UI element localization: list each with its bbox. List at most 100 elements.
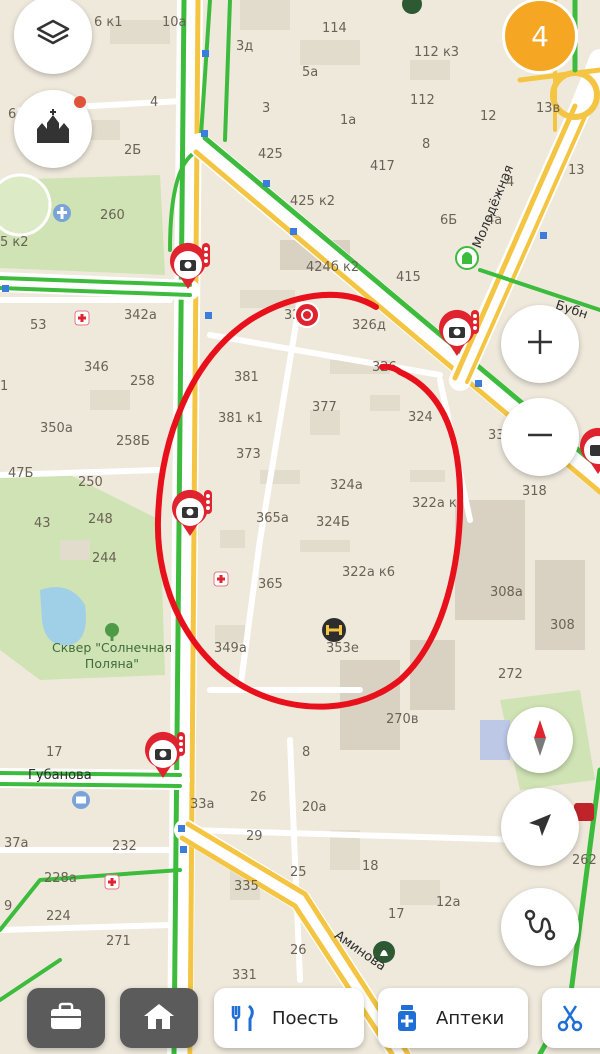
label-17b: 17	[388, 907, 405, 922]
label-5a: 5а	[302, 65, 318, 80]
label-308a: 308а	[490, 585, 523, 600]
notification-count-badge[interactable]: 4	[502, 0, 578, 74]
label-350a: 350а	[40, 421, 73, 436]
label-47b: 47Б	[8, 466, 33, 481]
label-25: 25	[290, 865, 307, 880]
label-26b: 26	[290, 943, 307, 958]
label-33a: 33а	[190, 797, 215, 812]
plus-icon	[525, 327, 555, 361]
park-name-line2: Поляна"	[85, 656, 139, 671]
pharmacy-poi-icon[interactable]	[455, 246, 479, 270]
label-9: 9	[4, 899, 12, 914]
label-425k2: 425 к2	[290, 194, 335, 209]
compass-icon	[525, 718, 555, 762]
label-224: 224	[46, 909, 71, 924]
label-335: 335	[234, 879, 259, 894]
label-346: 346	[84, 360, 109, 375]
label-2b: 2Б	[124, 143, 141, 158]
label-8: 8	[422, 137, 430, 152]
notification-dot	[74, 96, 86, 108]
label-318: 318	[522, 484, 547, 499]
zoom-out-button[interactable]	[501, 398, 579, 476]
gym-poi-icon[interactable]	[322, 618, 346, 642]
route-icon	[520, 905, 560, 949]
map-canvas[interactable]: 6 к1 10а 114 112 к3 3д 5а 6 4 3 1а 112 1…	[0, 0, 600, 1054]
label-53: 53	[30, 318, 47, 333]
hospital-icon-3	[104, 874, 120, 890]
food-poi-icon[interactable]	[294, 302, 320, 328]
label-112: 112	[410, 93, 435, 108]
mail-icon	[72, 791, 90, 809]
label-322ak: 322а к	[412, 496, 457, 511]
label-43: 43	[34, 516, 51, 531]
pharmacy-label: Аптеки	[436, 1007, 505, 1029]
label-26: 26	[250, 790, 267, 805]
label-331: 331	[232, 968, 257, 983]
label-17: 17	[46, 745, 63, 760]
briefcase-icon	[49, 1001, 83, 1035]
label-381: 381	[234, 370, 259, 385]
label-353e: 353е	[326, 641, 359, 656]
label-326d: 326д	[352, 318, 386, 333]
eat-label: Поесть	[272, 1007, 339, 1029]
label-4: 4	[150, 95, 158, 110]
layers-icon	[36, 18, 70, 52]
label-260: 260	[100, 208, 125, 223]
label-271: 271	[106, 934, 131, 949]
zoom-in-button[interactable]	[501, 305, 579, 383]
label-244: 244	[92, 551, 117, 566]
label-258: 258	[130, 374, 155, 389]
minus-icon	[525, 420, 555, 454]
label-5k2: 5 к2	[0, 235, 29, 250]
eat-chip[interactable]: Поесть	[214, 988, 364, 1048]
label-381k1: 381 к1	[218, 411, 263, 426]
home-button[interactable]	[120, 988, 198, 1048]
work-button[interactable]	[27, 988, 105, 1048]
label-425: 425	[258, 147, 283, 162]
label-1: 1	[0, 379, 8, 394]
label-12: 12	[480, 109, 497, 124]
medicine-icon	[392, 1003, 422, 1033]
label-8b: 8	[302, 745, 310, 760]
label-114: 114	[322, 21, 347, 36]
label-3d: 3д	[236, 39, 253, 54]
cross-icon	[53, 204, 71, 222]
label-270v: 270в	[386, 712, 418, 727]
label-373: 373	[236, 447, 261, 462]
label-324: 324	[408, 410, 433, 425]
label-250: 250	[78, 475, 103, 490]
label-13: 13	[568, 163, 585, 178]
label-248: 248	[88, 512, 113, 527]
label-424bk2: 424б к2	[306, 260, 359, 275]
label-365: 365	[258, 577, 283, 592]
label-37a: 37а	[4, 836, 29, 851]
label-258b: 258Б	[116, 434, 150, 449]
label-308: 308	[550, 618, 575, 633]
compass-button[interactable]	[507, 707, 573, 773]
label-342a: 342а	[124, 308, 157, 323]
label-13v: 13в	[536, 101, 560, 116]
label-112k3: 112 к3	[414, 45, 459, 60]
home-icon	[142, 1001, 176, 1035]
label-322ak6: 322а к6	[342, 565, 395, 580]
label-18: 18	[362, 859, 379, 874]
label-6b: 6Б	[440, 213, 457, 228]
label-324a: 324а	[330, 478, 363, 493]
more-chip[interactable]	[542, 988, 600, 1048]
hospital-icon-2	[213, 571, 229, 587]
label-6k1: 6 к1	[94, 15, 123, 30]
label-3: 3	[262, 101, 270, 116]
street-gubanova-label: Губанова	[28, 768, 92, 783]
hospital-icon	[74, 310, 90, 326]
label-349a: 349а	[214, 641, 247, 656]
label-232: 232	[112, 839, 137, 854]
label-12a: 12а	[436, 895, 461, 910]
label-228a: 228а	[44, 871, 77, 886]
label-365a: 365а	[256, 511, 289, 526]
label-10a: 10а	[162, 15, 187, 30]
route-button[interactable]	[501, 888, 579, 966]
landmarks-button[interactable]	[14, 90, 92, 168]
label-20a: 20а	[302, 800, 327, 815]
locate-button[interactable]	[501, 788, 579, 866]
pharmacy-chip[interactable]: Аптеки	[378, 988, 528, 1048]
